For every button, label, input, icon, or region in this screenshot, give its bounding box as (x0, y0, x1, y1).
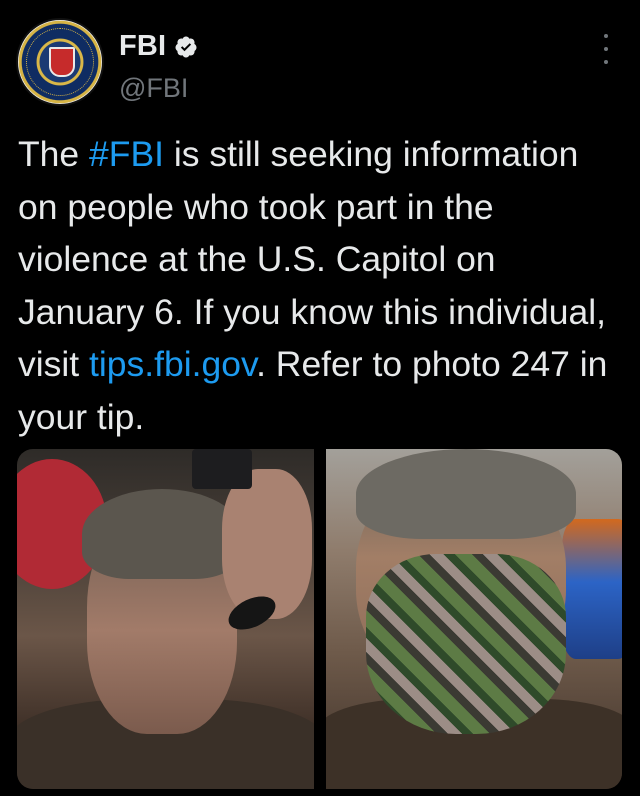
photo-detail (82, 489, 242, 579)
account-name[interactable]: FBI (119, 30, 166, 63)
tweet-text-part: The (18, 134, 90, 174)
verified-badge-icon (175, 36, 197, 57)
photo-detail (355, 449, 576, 539)
tweet-header: FBI @FBI (14, 12, 630, 106)
hashtag-link[interactable]: #FBI (89, 134, 164, 174)
tweet-text: The #FBI is still seeking information on… (18, 128, 624, 443)
fbi-seal-icon[interactable] (16, 18, 104, 106)
tips-link[interactable]: tips.fbi.gov (89, 344, 256, 384)
tweet-media (17, 449, 622, 789)
photo-detail (365, 554, 566, 734)
media-photo-2[interactable] (325, 449, 622, 789)
media-photo-1[interactable] (17, 449, 314, 789)
name-row: FBI (119, 30, 198, 63)
account-handle[interactable]: @FBI (119, 73, 188, 104)
seal-shield (49, 47, 75, 77)
more-options-icon[interactable] (602, 34, 610, 64)
photo-detail (562, 519, 622, 659)
photo-detail (192, 449, 252, 489)
